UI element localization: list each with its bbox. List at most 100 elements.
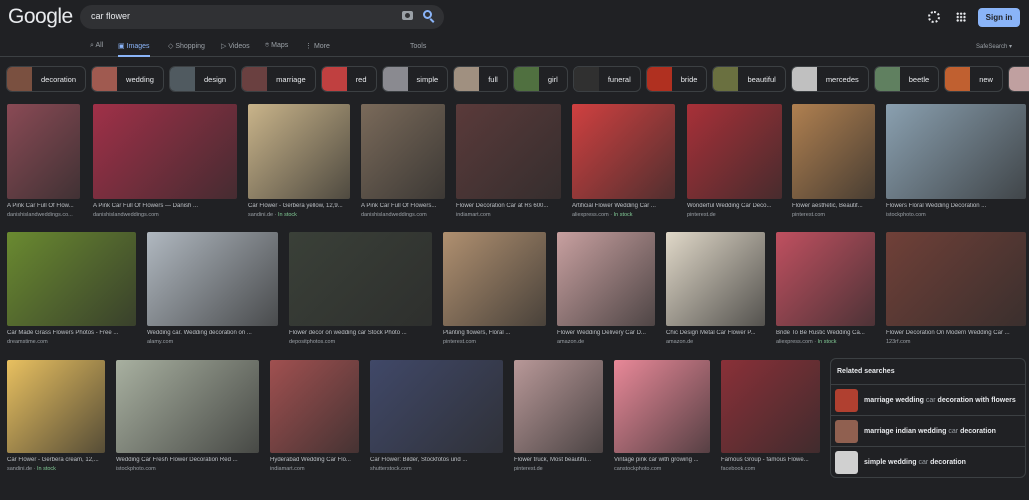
google-logo[interactable]: Google bbox=[8, 5, 73, 29]
chip-decoration[interactable]: decoration bbox=[6, 66, 87, 92]
result-title[interactable]: A Pink Car Full Of Flow... bbox=[7, 203, 80, 209]
image-result[interactable]: Hyderabad Wedding Car Flo... indiamart.c… bbox=[270, 360, 359, 472]
result-title[interactable]: Artificial Flower Wedding Car ... bbox=[572, 203, 675, 209]
result-thumbnail[interactable] bbox=[886, 232, 1026, 326]
related-search-item[interactable]: marriage indian wedding car decoration bbox=[831, 416, 1025, 447]
result-title[interactable]: Famous Group - famous Flowe... bbox=[721, 457, 820, 463]
result-thumbnail[interactable] bbox=[248, 104, 350, 199]
result-thumbnail[interactable] bbox=[7, 360, 105, 453]
tab-shopping[interactable]: ◇ Shopping bbox=[168, 42, 205, 50]
related-search-item[interactable]: simple wedding car decoration bbox=[831, 447, 1025, 478]
settings-gear-icon[interactable] bbox=[928, 11, 940, 23]
result-thumbnail[interactable] bbox=[666, 232, 765, 326]
chip-bride[interactable]: bride bbox=[645, 66, 708, 92]
chip-mercedes[interactable]: mercedes bbox=[790, 66, 869, 92]
result-thumbnail[interactable] bbox=[886, 104, 1026, 199]
image-result[interactable]: Wonderful Wedding Car Deco... pinterest.… bbox=[687, 104, 782, 218]
image-result[interactable]: Car Flower - Gerbera cream, 12,... sandi… bbox=[7, 360, 105, 472]
chip-full[interactable]: full bbox=[453, 66, 508, 92]
result-thumbnail[interactable] bbox=[456, 104, 561, 199]
chip-girl[interactable]: girl bbox=[512, 66, 568, 92]
chip-beautiful[interactable]: beautiful bbox=[712, 66, 786, 92]
image-result[interactable]: Car Made Grass Flowers Photos - Free ...… bbox=[7, 232, 136, 345]
result-title[interactable]: Wedding Car Fresh Flower Decoration Red … bbox=[116, 457, 259, 463]
result-title[interactable]: A Pink Car Full Of Flowers... bbox=[361, 203, 445, 209]
result-title[interactable]: Flower Wedding Delivery Car D... bbox=[557, 330, 655, 336]
image-result[interactable]: Planting flowers, Floral ... pinterest.c… bbox=[443, 232, 546, 345]
result-thumbnail[interactable] bbox=[289, 232, 432, 326]
result-title[interactable]: Flower aesthetic, Beautif... bbox=[792, 203, 875, 209]
chip-simple[interactable]: simple bbox=[381, 66, 449, 92]
search-box[interactable]: car flower bbox=[80, 5, 444, 29]
result-thumbnail[interactable] bbox=[93, 104, 237, 199]
camera-icon[interactable] bbox=[402, 11, 413, 20]
result-title[interactable]: Flower Decoration On Modern Wedding Car … bbox=[886, 330, 1026, 336]
result-title[interactable]: Flower Decoration Car at Rs 600... bbox=[456, 203, 561, 209]
image-result[interactable]: Car Flower: Bilder, Stockfotos und ... s… bbox=[370, 360, 503, 472]
image-result[interactable]: Wedding car. Wedding decoration on ... a… bbox=[147, 232, 278, 345]
result-title[interactable]: Bride To Be Rustic Wedding Ca... bbox=[776, 330, 875, 336]
image-result[interactable]: Car Flower - Gerbera yellow, 12,9... san… bbox=[248, 104, 350, 218]
result-thumbnail[interactable] bbox=[776, 232, 875, 326]
tab-images[interactable]: ▣ Images bbox=[118, 42, 150, 57]
result-title[interactable]: Flower decor on wedding car Stock Photo … bbox=[289, 330, 432, 336]
chip-design[interactable]: design bbox=[168, 66, 237, 92]
chip-marriage[interactable]: marriage bbox=[241, 66, 316, 92]
search-input[interactable]: car flower bbox=[91, 11, 130, 21]
image-result[interactable]: Chic Design Metal Car Flower P... amazon… bbox=[666, 232, 765, 345]
result-title[interactable]: Car Flower: Bilder, Stockfotos und ... bbox=[370, 457, 503, 463]
tab-more[interactable]: ⋮ More bbox=[305, 42, 330, 50]
image-result[interactable]: Bride To Be Rustic Wedding Ca... aliexpr… bbox=[776, 232, 875, 345]
result-thumbnail[interactable] bbox=[687, 104, 782, 199]
result-thumbnail[interactable] bbox=[443, 232, 546, 326]
result-thumbnail[interactable] bbox=[7, 104, 80, 199]
result-thumbnail[interactable] bbox=[361, 104, 445, 199]
result-thumbnail[interactable] bbox=[514, 360, 603, 453]
result-title[interactable]: Vintage pink car with growing ... bbox=[614, 457, 710, 463]
chip-new[interactable]: new bbox=[944, 66, 1003, 92]
result-title[interactable]: Chic Design Metal Car Flower P... bbox=[666, 330, 765, 336]
result-thumbnail[interactable] bbox=[721, 360, 820, 453]
image-result[interactable]: Flower Decoration Car at Rs 600... india… bbox=[456, 104, 561, 218]
result-title[interactable]: Flowers Floral Wedding Decoration ... bbox=[886, 203, 1026, 209]
result-title[interactable]: Hyderabad Wedding Car Flo... bbox=[270, 457, 359, 463]
image-result[interactable]: Flower decor on wedding car Stock Photo … bbox=[289, 232, 432, 345]
image-result[interactable]: A Pink Car Full Of Flow... danishislandw… bbox=[7, 104, 80, 218]
result-thumbnail[interactable] bbox=[557, 232, 655, 326]
sign-in-button[interactable]: Sign in bbox=[978, 8, 1020, 27]
image-result[interactable]: Flower truck, Most beautifu... pinterest… bbox=[514, 360, 603, 472]
result-title[interactable]: Wedding car. Wedding decoration on ... bbox=[147, 330, 278, 336]
image-result[interactable]: Flowers Floral Wedding Decoration ... is… bbox=[886, 104, 1026, 218]
safesearch-dropdown[interactable]: SafeSearch ▾ bbox=[976, 43, 1012, 50]
image-result[interactable]: Flower Decoration On Modern Wedding Car … bbox=[886, 232, 1026, 345]
result-title[interactable]: Car Made Grass Flowers Photos - Free ... bbox=[7, 330, 136, 336]
result-title[interactable]: A Pink Car Full Of Flowers — Danish ... bbox=[93, 203, 237, 209]
result-thumbnail[interactable] bbox=[614, 360, 710, 453]
result-thumbnail[interactable] bbox=[147, 232, 278, 326]
image-result[interactable]: Flower Wedding Delivery Car D... amazon.… bbox=[557, 232, 655, 345]
tab-maps[interactable]: ⌾ Maps bbox=[265, 42, 288, 50]
image-result[interactable]: Flower aesthetic, Beautif... pinterest.c… bbox=[792, 104, 875, 218]
image-result[interactable]: Artificial Flower Wedding Car ... aliexp… bbox=[572, 104, 675, 218]
chip-beetle[interactable]: beetle bbox=[873, 66, 940, 92]
result-thumbnail[interactable] bbox=[7, 232, 136, 326]
tab-videos[interactable]: ▷ Videos bbox=[221, 42, 250, 50]
image-result[interactable]: Famous Group - famous Flowe... facebook.… bbox=[721, 360, 820, 472]
result-thumbnail[interactable] bbox=[270, 360, 359, 453]
result-title[interactable]: Planting flowers, Floral ... bbox=[443, 330, 546, 336]
tools-button[interactable]: Tools bbox=[410, 43, 426, 50]
search-icon[interactable] bbox=[423, 10, 432, 19]
result-thumbnail[interactable] bbox=[370, 360, 503, 453]
result-thumbnail[interactable] bbox=[572, 104, 675, 199]
related-search-item[interactable]: marriage wedding car decoration with flo… bbox=[831, 385, 1025, 416]
chip-funeral[interactable]: funeral bbox=[572, 66, 641, 92]
result-title[interactable]: Car Flower - Gerbera yellow, 12,9... bbox=[248, 203, 350, 209]
result-title[interactable]: Flower truck, Most beautifu... bbox=[514, 457, 603, 463]
image-result[interactable]: A Pink Car Full Of Flowers — Danish ... … bbox=[93, 104, 237, 218]
chip-red[interactable]: red bbox=[320, 66, 377, 92]
image-result[interactable]: Vintage pink car with growing ... cansto… bbox=[614, 360, 710, 472]
image-result[interactable]: A Pink Car Full Of Flowers... danishisla… bbox=[361, 104, 445, 218]
result-thumbnail[interactable] bbox=[116, 360, 259, 453]
result-title[interactable]: Wonderful Wedding Car Deco... bbox=[687, 203, 782, 209]
apps-grid-icon[interactable] bbox=[956, 12, 966, 22]
